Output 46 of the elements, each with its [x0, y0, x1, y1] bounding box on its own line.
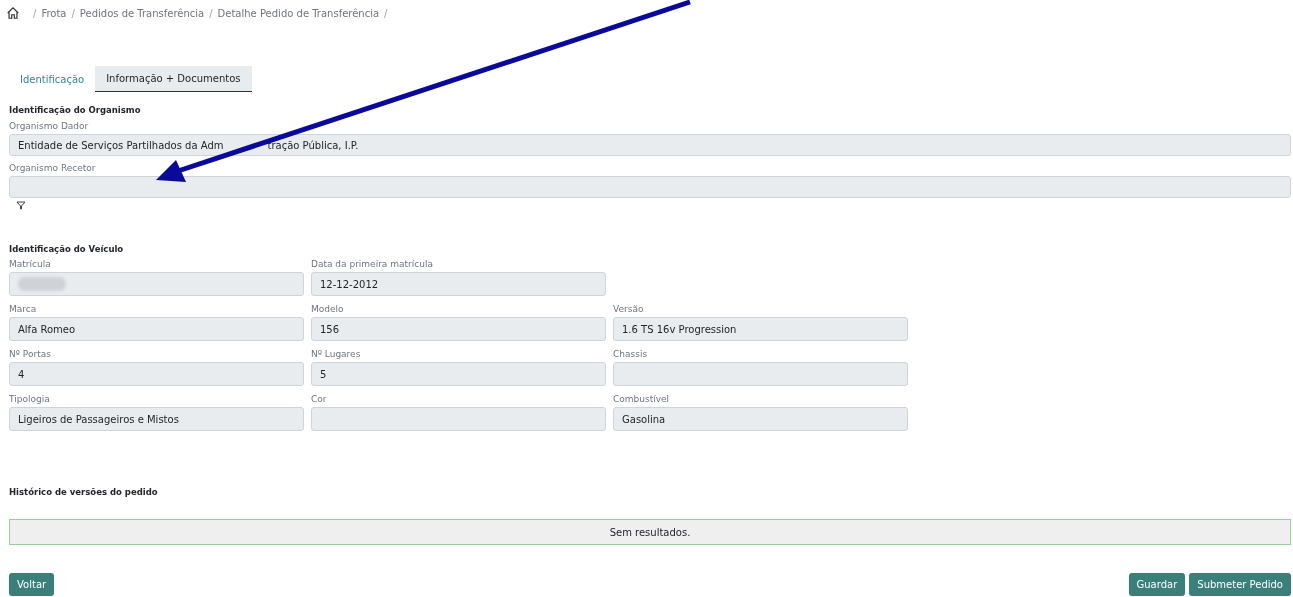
breadcrumb-separator: / [33, 7, 37, 19]
input-field[interactable] [9, 176, 1291, 198]
field-label: Marca [9, 304, 38, 314]
tab[interactable]: Informação + Documentos [95, 66, 252, 92]
field-label: Data da primeira matrícula [311, 259, 434, 269]
field-label: Nº Portas [9, 349, 52, 359]
input-field[interactable]: Entidade de Serviços Partilhados da Adm tração Pública, I.P. [9, 134, 1291, 156]
input-field[interactable]: Alfa Romeo [9, 317, 304, 341]
input-field[interactable] [9, 272, 304, 296]
breadcrumb-separator: / [384, 7, 388, 19]
input-field[interactable]: 156 [311, 317, 606, 341]
field-label: Organismo Dador [9, 121, 90, 131]
breadcrumb-separator: / [209, 7, 213, 19]
back-button[interactable]: Voltar [9, 573, 55, 596]
field-label: Nº Lugares [311, 349, 362, 359]
field-label: Chassis [613, 349, 649, 359]
home-icon[interactable] [6, 6, 20, 20]
breadcrumb-link[interactable]: Detalhe Pedido de Transferência [217, 7, 380, 19]
field-label: Matrícula [9, 259, 52, 269]
breadcrumb-link[interactable]: Pedidos de Transferência [79, 7, 205, 19]
input-field[interactable]: 1.6 TS 16v Progression [613, 317, 908, 341]
input-field[interactable]: Gasolina [613, 407, 908, 431]
field-label: Combustível [613, 394, 671, 404]
input-field[interactable]: Ligeiros de Passageiros e Mistos [9, 407, 304, 431]
save-button[interactable]: Guardar [1128, 573, 1186, 596]
empty-results-message: Sem resultados. [9, 519, 1291, 545]
input-field[interactable]: 4 [9, 362, 304, 386]
submit-button[interactable]: Submeter Pedido [1189, 573, 1291, 596]
section-title: Identificação do Organismo [9, 105, 142, 115]
field-value: Entidade de Serviços Partilhados da Adm [18, 139, 224, 151]
section-title: Identificação do Veículo [9, 244, 125, 254]
filter-icon[interactable] [16, 201, 26, 210]
input-field[interactable]: 5 [311, 362, 606, 386]
breadcrumb-link[interactable]: Frota [41, 7, 67, 19]
breadcrumb-separator: / [71, 7, 75, 19]
field-label: Modelo [311, 304, 345, 314]
input-field[interactable] [613, 362, 908, 386]
tab[interactable]: Identificação [9, 66, 96, 92]
input-field[interactable]: 12-12-2012 [311, 272, 606, 296]
field-label: Organismo Recetor [9, 163, 97, 173]
field-label: Cor [311, 394, 328, 404]
field-label: Tipologia [9, 394, 51, 404]
input-field[interactable] [311, 407, 606, 431]
field-label: Versão [613, 304, 645, 314]
field-value: tração Pública, I.P. [267, 139, 359, 151]
section-title: Histórico de versões do pedido [9, 487, 159, 497]
